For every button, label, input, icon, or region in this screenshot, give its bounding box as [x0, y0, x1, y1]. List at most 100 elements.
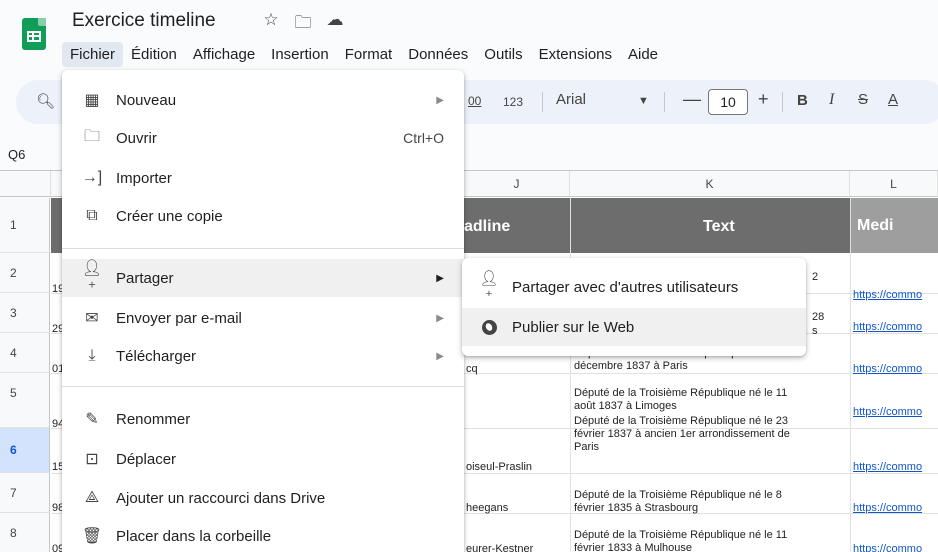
menu-item-telecharger[interactable]: ⤓ Télécharger ▶: [62, 337, 464, 375]
menu-separator: [62, 248, 464, 249]
menu-item-deplacer[interactable]: ⊡ Déplacer: [62, 440, 464, 478]
cloud-status-icon[interactable]: ☁: [326, 10, 344, 39]
menu-edition[interactable]: Édition: [123, 42, 185, 67]
table-cell[interactable]: février 1833 à Mulhouse: [574, 542, 692, 552]
toolbar-divider: [542, 92, 543, 112]
row-header[interactable]: 3: [0, 293, 50, 333]
table-cell[interactable]: août 1837 à Limoges: [574, 400, 677, 413]
folder-icon: 🗀: [83, 127, 100, 145]
toolbar-divider: [664, 92, 665, 112]
table-cell[interactable]: heegans: [466, 502, 508, 515]
submenu-item-label: Publier sur le Web: [512, 318, 635, 336]
menu-item-label: Déplacer: [116, 450, 177, 468]
table-cell[interactable]: Député de la Troisième République né le …: [574, 387, 787, 400]
menu-item-importer[interactable]: →] Importer: [62, 159, 464, 197]
row-header[interactable]: 2: [0, 253, 50, 293]
table-cell[interactable]: eurer-Kestner: [466, 543, 533, 552]
menu-item-partager[interactable]: 👤︎⁺ Partager ▶: [62, 259, 464, 297]
menu-outils[interactable]: Outils: [476, 42, 530, 67]
row-header[interactable]: 4: [0, 333, 50, 373]
rename-icon: ✎: [85, 411, 99, 428]
menu-item-renommer[interactable]: ✎ Renommer: [62, 400, 464, 438]
select-all-corner[interactable]: [0, 171, 51, 197]
submenu-arrow-icon: ▶: [436, 312, 444, 324]
menu-item-label: Télécharger: [116, 347, 197, 365]
shortcut-label: Ctrl+O: [403, 130, 444, 146]
menu-item-label: Renommer: [116, 410, 191, 428]
table-cell[interactable]: 2: [812, 271, 818, 284]
font-selector[interactable]: Arial: [556, 91, 586, 108]
name-box[interactable]: Q6: [8, 147, 25, 162]
table-cell[interactable]: Député de la Troisième République né le …: [574, 415, 788, 428]
menu-format[interactable]: Format: [337, 42, 401, 67]
table-cell[interactable]: février 1837 à ancien 1er arrondissement…: [574, 428, 790, 441]
table-cell[interactable]: cq: [466, 363, 478, 376]
table-cell[interactable]: février 1835 à Strasbourg: [574, 502, 698, 515]
row-header[interactable]: 7: [0, 473, 50, 513]
text-color-button[interactable]: A: [888, 91, 898, 108]
move-to-folder-icon[interactable]: 🗀: [294, 10, 312, 39]
menu-item-ouvrir[interactable]: 🗀 Ouvrir Ctrl+O: [62, 119, 464, 157]
column-header-j[interactable]: J: [464, 171, 570, 197]
menu-item-creer-copie[interactable]: ⧉ Créer une copie: [62, 197, 464, 235]
link-cell[interactable]: https://commo: [853, 289, 922, 302]
menu-item-nouveau[interactable]: ▦ Nouveau ▶: [62, 81, 464, 119]
document-title[interactable]: Exercice timeline: [72, 10, 216, 32]
link-cell[interactable]: https://commo: [853, 543, 922, 552]
menu-donnees[interactable]: Données: [400, 42, 476, 67]
table-cell[interactable]: Député de la Troisième République né le …: [574, 489, 782, 502]
menu-affichage[interactable]: Affichage: [185, 42, 263, 67]
table-cell[interactable]: Député de la Troisième République né le …: [574, 529, 787, 542]
increase-font-size-button[interactable]: +: [758, 89, 769, 110]
italic-button[interactable]: I: [829, 91, 834, 109]
row-header[interactable]: 5: [0, 373, 50, 428]
menu-item-label: Créer une copie: [116, 207, 223, 225]
table-cell[interactable]: Paris: [574, 441, 599, 454]
table-cell[interactable]: oiseul-Praslin: [466, 461, 532, 474]
link-cell[interactable]: https://commo: [853, 502, 922, 515]
trash-icon: 🗑︎: [81, 528, 103, 545]
submenu-item-label: Partager avec d'autres utilisateurs: [512, 278, 739, 296]
globe-icon: [478, 319, 500, 336]
submenu-item-share-users[interactable]: 👤︎⁺ Partager avec d'autres utilisateurs: [462, 268, 806, 306]
submenu-arrow-icon: ▶: [436, 350, 444, 362]
search-menus-icon[interactable]: 🔍︎: [36, 92, 55, 110]
menu-fichier[interactable]: Fichier: [62, 42, 124, 67]
copy-icon: ⧉: [86, 207, 98, 224]
submenu-item-publish-web[interactable]: Publier sur le Web: [462, 308, 806, 346]
link-cell[interactable]: https://commo: [853, 321, 922, 334]
header-cell-headline[interactable]: adline: [464, 218, 510, 236]
row-header-selected[interactable]: 6: [0, 428, 50, 473]
menu-aide[interactable]: Aide: [620, 42, 666, 67]
menu-item-raccourci-drive[interactable]: ⟁ Ajouter un raccourci dans Drive: [62, 479, 464, 517]
decrease-font-size-button[interactable]: —: [683, 89, 701, 110]
chevron-down-icon[interactable]: ▼: [638, 95, 649, 107]
row-header[interactable]: 8: [0, 513, 50, 552]
table-cell[interactable]: 28: [812, 311, 824, 324]
share-submenu: 👤︎⁺ Partager avec d'autres utilisateurs …: [462, 258, 806, 356]
menu-extensions[interactable]: Extensions: [531, 42, 620, 67]
number-format-button[interactable]: 123: [503, 95, 523, 109]
link-cell[interactable]: https://commo: [853, 461, 922, 474]
table-cell[interactable]: décembre 1837 à Paris: [574, 360, 688, 373]
menu-item-envoyer-email[interactable]: ✉ Envoyer par e-mail ▶: [62, 299, 464, 337]
link-cell[interactable]: https://commo: [853, 363, 922, 376]
decrease-decimal-button[interactable]: 00: [468, 94, 481, 108]
sheets-logo-icon[interactable]: [22, 18, 46, 50]
import-icon: →]: [81, 169, 103, 186]
header-cell-text[interactable]: Text: [703, 218, 735, 236]
share-person-icon: 👤︎⁺: [81, 260, 103, 297]
strikethrough-button[interactable]: S: [858, 91, 868, 108]
column-header-k[interactable]: K: [570, 171, 850, 197]
row-header[interactable]: 1: [0, 198, 50, 253]
font-size-input[interactable]: 10: [708, 89, 748, 115]
bold-button[interactable]: B: [797, 92, 808, 109]
table-cell[interactable]: s: [812, 325, 818, 338]
star-icon[interactable]: ☆: [262, 10, 280, 39]
link-cell[interactable]: https://commo: [853, 406, 922, 419]
column-header-l[interactable]: L: [850, 171, 938, 197]
menu-insertion[interactable]: Insertion: [263, 42, 337, 67]
header-cell-media[interactable]: Medi: [851, 198, 938, 253]
menu-item-corbeille[interactable]: 🗑︎ Placer dans la corbeille: [62, 517, 464, 552]
submenu-arrow-icon: ▶: [436, 272, 444, 284]
